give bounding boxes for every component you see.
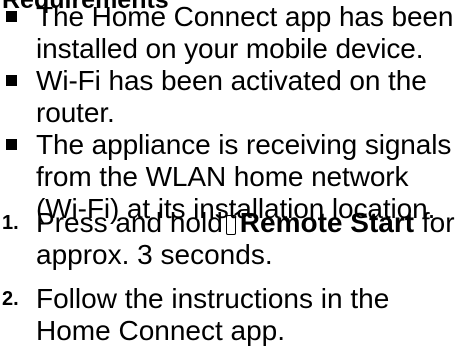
bullet-icon [6,75,17,86]
bullet-icon [6,11,17,22]
remote-start-label: Remote Start [239,207,415,238]
requirements-list: The Home Connect app has been installed … [0,1,466,225]
requirement-item: Wi-Fi has been activated on the router. [0,65,466,129]
steps-list: 1. Press and hold Remote Start for approx… [0,207,466,359]
step-text: Follow the instructions in the Home Conn… [36,283,390,346]
remote-start-icon [225,215,236,235]
step-number: 1. [2,212,19,234]
requirement-text: Wi-Fi has been activated on the router. [36,65,427,128]
step-number: 2. [2,288,19,310]
step-text: Press and hold Remote Start for approx. 3… [36,207,455,270]
bullet-icon [6,139,17,150]
requirement-item: The Home Connect app has been installed … [0,1,466,65]
requirement-text: The Home Connect app has been installed … [36,1,454,64]
step-text-before: Press and hold [36,207,223,238]
step-item: 1. Press and hold Remote Start for approx… [0,207,466,271]
step-item: 2. Follow the instructions in the Home C… [0,283,466,347]
